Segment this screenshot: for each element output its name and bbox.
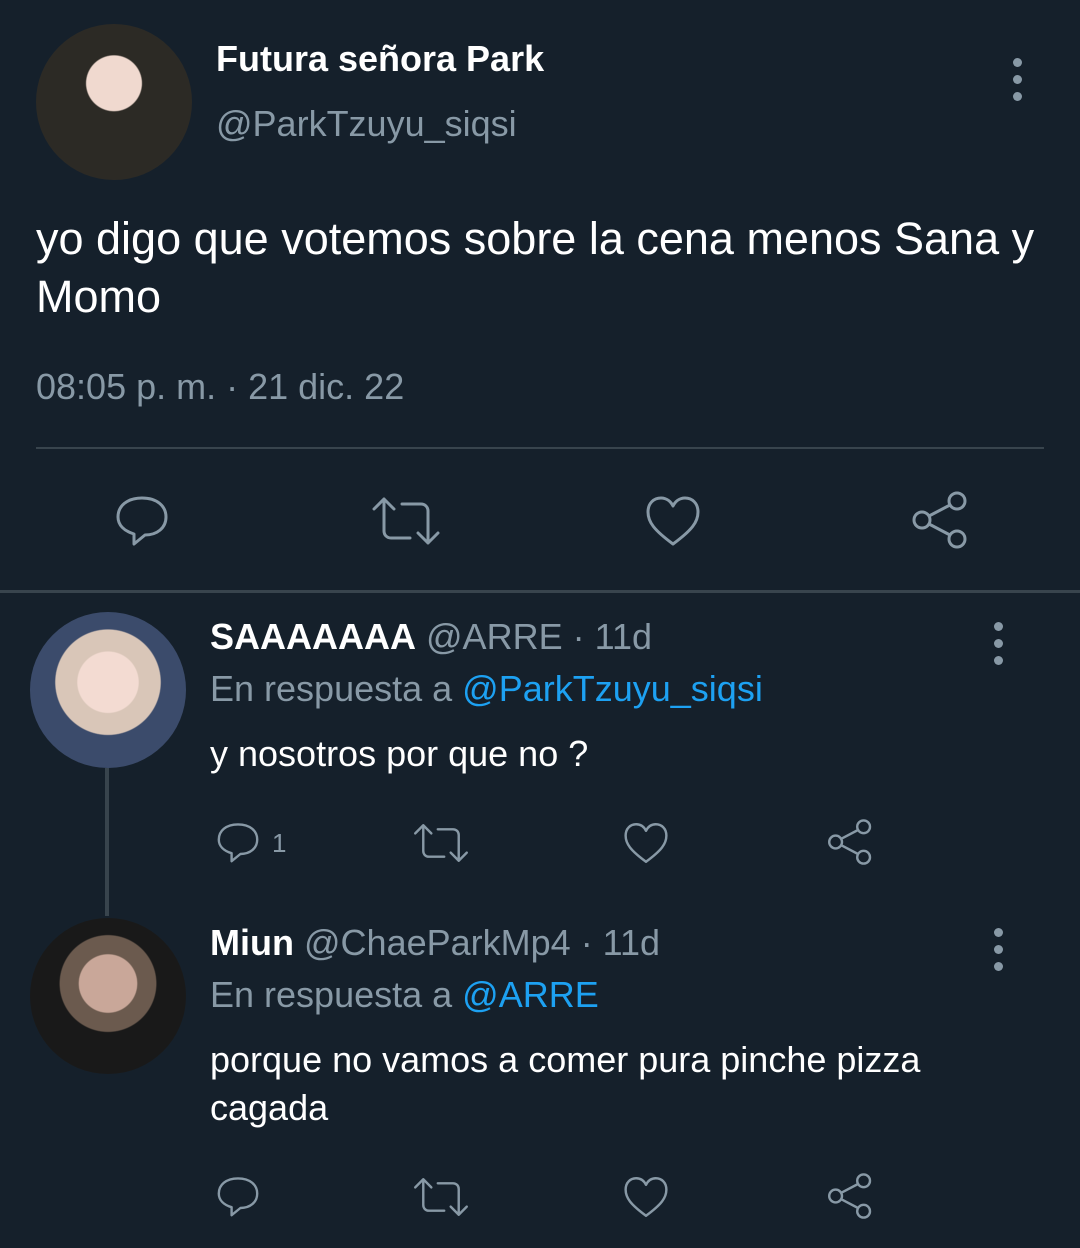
main-author-avatar[interactable] bbox=[36, 24, 192, 180]
section-divider bbox=[0, 590, 1080, 593]
like-icon[interactable] bbox=[622, 821, 670, 865]
more-options-icon[interactable] bbox=[992, 622, 1004, 665]
reply-icon[interactable] bbox=[213, 818, 263, 866]
more-options-icon[interactable] bbox=[992, 928, 1004, 971]
reply-context: En respuesta a @ARRE bbox=[210, 974, 599, 1016]
reply-icon[interactable] bbox=[112, 490, 172, 550]
reply-author-name[interactable]: Miun bbox=[210, 922, 294, 963]
share-icon[interactable] bbox=[826, 818, 874, 866]
reply-text: y nosotros por que no ? bbox=[210, 733, 589, 774]
reply-text: porque no vamos a comer pura pinche pizz… bbox=[210, 1039, 921, 1128]
share-icon[interactable] bbox=[826, 1172, 874, 1220]
reply-icon[interactable] bbox=[213, 1172, 263, 1220]
main-tweet-timestamp[interactable]: 08:05 p. m. · 21 dic. 22 bbox=[36, 366, 404, 408]
reply-author-handle[interactable]: @ChaeParkMp4 bbox=[304, 922, 571, 963]
like-icon[interactable] bbox=[644, 494, 702, 548]
reply-to-link[interactable]: @ARRE bbox=[462, 974, 599, 1015]
more-options-icon[interactable] bbox=[1011, 58, 1023, 101]
retweet-icon[interactable] bbox=[370, 495, 442, 547]
retweet-icon[interactable] bbox=[412, 1176, 470, 1218]
like-icon[interactable] bbox=[622, 1175, 670, 1219]
reply-context-label: En respuesta a bbox=[210, 668, 453, 709]
reply-author-avatar[interactable] bbox=[30, 918, 186, 1074]
reply-count: 1 bbox=[272, 828, 287, 858]
reply-header: SAAAAAAA @ARRE · 11d bbox=[210, 616, 652, 658]
reply-header: Miun @ChaeParkMp4 · 11d bbox=[210, 922, 660, 964]
reply-age: · 11d bbox=[580, 922, 661, 963]
reply-to-link[interactable]: @ParkTzuyu_siqsi bbox=[462, 668, 763, 709]
reply-age: · 11d bbox=[572, 616, 652, 657]
retweet-icon[interactable] bbox=[412, 822, 470, 864]
reply-context: En respuesta a @ParkTzuyu_siqsi bbox=[210, 668, 763, 710]
reply-context-label: En respuesta a bbox=[210, 974, 453, 1015]
thread-connector bbox=[105, 768, 109, 916]
divider bbox=[36, 447, 1044, 449]
reply-author-avatar[interactable] bbox=[30, 612, 186, 768]
main-author-name[interactable]: Futura señora Park bbox=[216, 38, 544, 80]
reply-author-name[interactable]: SAAAAAAA bbox=[210, 616, 416, 657]
main-author-handle[interactable]: @ParkTzuyu_siqsi bbox=[216, 103, 517, 145]
reply-author-handle[interactable]: @ARRE bbox=[426, 616, 563, 657]
share-icon[interactable] bbox=[910, 490, 970, 550]
main-tweet-text: yo digo que votemos sobre la cena menos … bbox=[36, 213, 1035, 322]
